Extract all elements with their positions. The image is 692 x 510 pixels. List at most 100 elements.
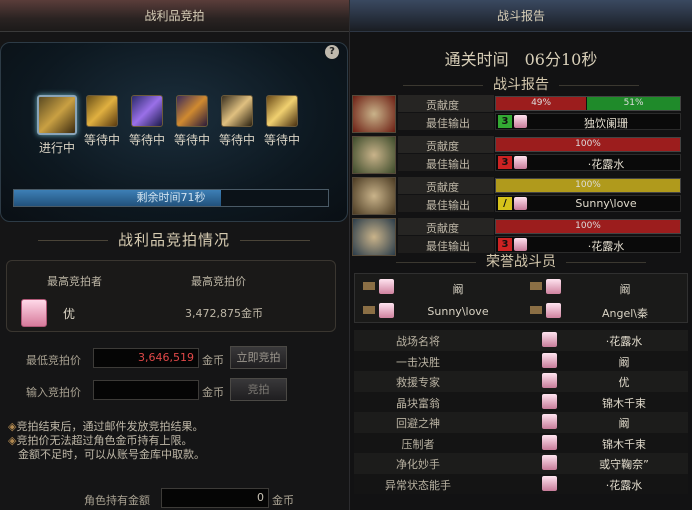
contrib-bar: 100% <box>495 178 681 193</box>
contrib-segment: 100% <box>496 138 680 151</box>
min-bid-label: 最低竞拍价 <box>26 354 81 367</box>
panel-title: 战利品竞拍 <box>0 0 349 32</box>
own-gold-label: 角色持有金额 <box>84 494 150 507</box>
rank-badge: 3 <box>498 238 512 251</box>
award-row: 战场名将 ·花露水 <box>354 330 688 351</box>
award-winner: 优 <box>618 376 630 389</box>
avatar <box>546 279 561 294</box>
award-winner: 锦木千束 <box>602 437 646 451</box>
contrib-bar: 100% <box>495 219 681 234</box>
bid-button[interactable]: 竞拍 <box>230 378 287 401</box>
award-title: 回避之神 <box>396 417 440 430</box>
own-gold-value: 0 <box>161 488 269 508</box>
award-title: 异常状态能手 <box>385 478 451 492</box>
honor-member-name: Sunny\love <box>427 305 489 318</box>
contrib-segment: 100% <box>496 179 680 192</box>
loot-item-status: 等待中 <box>218 133 255 147</box>
bidder-avatar <box>21 299 47 327</box>
avatar <box>542 332 557 347</box>
loot-item-4[interactable]: 等待中 <box>172 95 212 156</box>
honor-member-name: 阚 <box>452 283 464 296</box>
contrib-segment: 49% <box>496 97 587 110</box>
battle-report-panel: 战斗报告 通关时间 06分10秒 战斗报告 贡献度 最佳输出 49% 51% 3 独饮阑珊… <box>350 0 692 510</box>
award-winner: 阚 <box>618 417 630 430</box>
loot-item-2[interactable]: 等待中 <box>82 95 122 156</box>
contrib-bar: 49% 51% <box>495 96 681 111</box>
award-row: 回避之神 阚 <box>354 412 688 433</box>
best-cell: 最佳输出 <box>398 154 494 171</box>
gold-gear-icon <box>86 95 118 127</box>
avatar <box>542 393 557 409</box>
award-winner: 或守鞠奈” <box>599 458 649 471</box>
report-row: 贡献度 最佳输出 100% / Sunny\love <box>352 177 688 217</box>
honor-subtitle: 荣誉战斗员 <box>350 251 692 271</box>
avatar <box>514 156 527 169</box>
avatar <box>542 455 557 470</box>
note-line: ◈竞拍结束后，通过邮件发放竞拍结果。 <box>8 420 204 433</box>
loot-item-status: 等待中 <box>128 133 165 147</box>
best-output: 3 ·花露水 <box>495 154 681 171</box>
help-icon[interactable]: ? <box>325 45 339 59</box>
input-bid-unit: 金币 <box>202 386 224 399</box>
contrib-cell: 贡献度 <box>398 136 494 153</box>
contrib-label: 贡献度 <box>426 181 459 194</box>
crown-icon <box>363 306 375 314</box>
auction-status-title: 战利品竞拍情况 <box>0 229 348 250</box>
contrib-label: 贡献度 <box>426 222 459 235</box>
character-face-icon <box>352 136 396 174</box>
input-bid-label: 输入竞拍价 <box>26 386 81 399</box>
min-bid-value: 3,646,519 <box>93 348 199 368</box>
avatar <box>542 352 557 368</box>
contrib-segment: 51% <box>586 97 680 110</box>
loot-item-status: 等待中 <box>263 133 300 147</box>
award-row: 一击决胜 阚 <box>354 350 688 371</box>
min-bid-row: 最低竞拍价 3,646,519 金币 立即竞拍 <box>0 346 348 370</box>
loot-item-status: 等待中 <box>83 133 120 147</box>
loot-items-box: ? 进行中 等待中 等待中 等待中 等待中 等待中 剩余时间71秒 <box>0 42 348 222</box>
character-face-icon <box>352 177 396 215</box>
instant-bid-button[interactable]: 立即竞拍 <box>230 346 287 369</box>
crown-icon <box>530 282 542 290</box>
award-title: 一击决胜 <box>396 355 440 369</box>
orb-icon <box>221 95 253 127</box>
input-bid-row: 输入竞拍价 金币 竞拍 <box>0 378 348 402</box>
contrib-cell: 贡献度 <box>398 177 494 194</box>
report-row: 贡献度 最佳输出 100% 3 ·花露水 <box>352 136 688 176</box>
top-bid-price: 3,472,875金币 <box>185 307 263 320</box>
auction-notes: ◈竞拍结束后，通过邮件发放竞拍结果。 ◈竞拍价无法超过角色金币持有上限。 金额不… <box>8 420 205 462</box>
award-winner: ·花露水 <box>605 335 643 348</box>
honor-member-name: 阚 <box>619 283 631 296</box>
scroll-icon <box>266 95 298 127</box>
avatar <box>542 475 557 491</box>
contrib-bar: 100% <box>495 137 681 152</box>
award-row: 晶块富翁 锦木千束 <box>354 391 688 412</box>
note-line: 金额不足时，可以从账号金库中取款。 <box>18 448 205 461</box>
bid-amount-input[interactable] <box>93 380 199 400</box>
crown-icon <box>363 282 375 290</box>
avatar <box>514 238 527 251</box>
avatar <box>379 279 394 294</box>
contrib-label: 贡献度 <box>426 99 459 112</box>
loot-item-status: 进行中 <box>38 141 75 155</box>
award-row: 压制者 锦木千束 <box>354 432 688 453</box>
best-output-name: 独饮阑珊 <box>584 117 628 130</box>
report-row: 贡献度 最佳输出 49% 51% 3 独饮阑珊 <box>352 95 688 135</box>
loot-auction-panel: 战利品竞拍 ? 进行中 等待中 等待中 等待中 等待中 等待中 剩余时间71秒 战利品竞拍… <box>0 0 350 510</box>
loot-item-3[interactable]: 等待中 <box>127 95 167 156</box>
col-top-bidder: 最高竞拍者 <box>47 275 102 288</box>
best-output-name: ·花露水 <box>587 158 625 171</box>
loot-item-status: 等待中 <box>173 133 210 147</box>
loot-item-6[interactable]: 等待中 <box>262 95 302 156</box>
honor-member: 阚 <box>522 276 687 298</box>
best-cell: 最佳输出 <box>398 195 494 212</box>
honor-grid: 阚 阚 Sunny\love Angel\秦 <box>354 273 688 323</box>
avatar <box>546 303 561 318</box>
award-winner: ·花露水 <box>605 478 643 492</box>
award-title: 压制者 <box>401 437 435 451</box>
rank-badge: 3 <box>498 115 512 128</box>
avatar <box>514 197 527 210</box>
contrib-cell: 贡献度 <box>398 218 494 235</box>
armor-box-icon <box>176 95 208 127</box>
loot-item-1[interactable]: 进行中 <box>37 95 77 156</box>
loot-item-5[interactable]: 等待中 <box>217 95 257 156</box>
